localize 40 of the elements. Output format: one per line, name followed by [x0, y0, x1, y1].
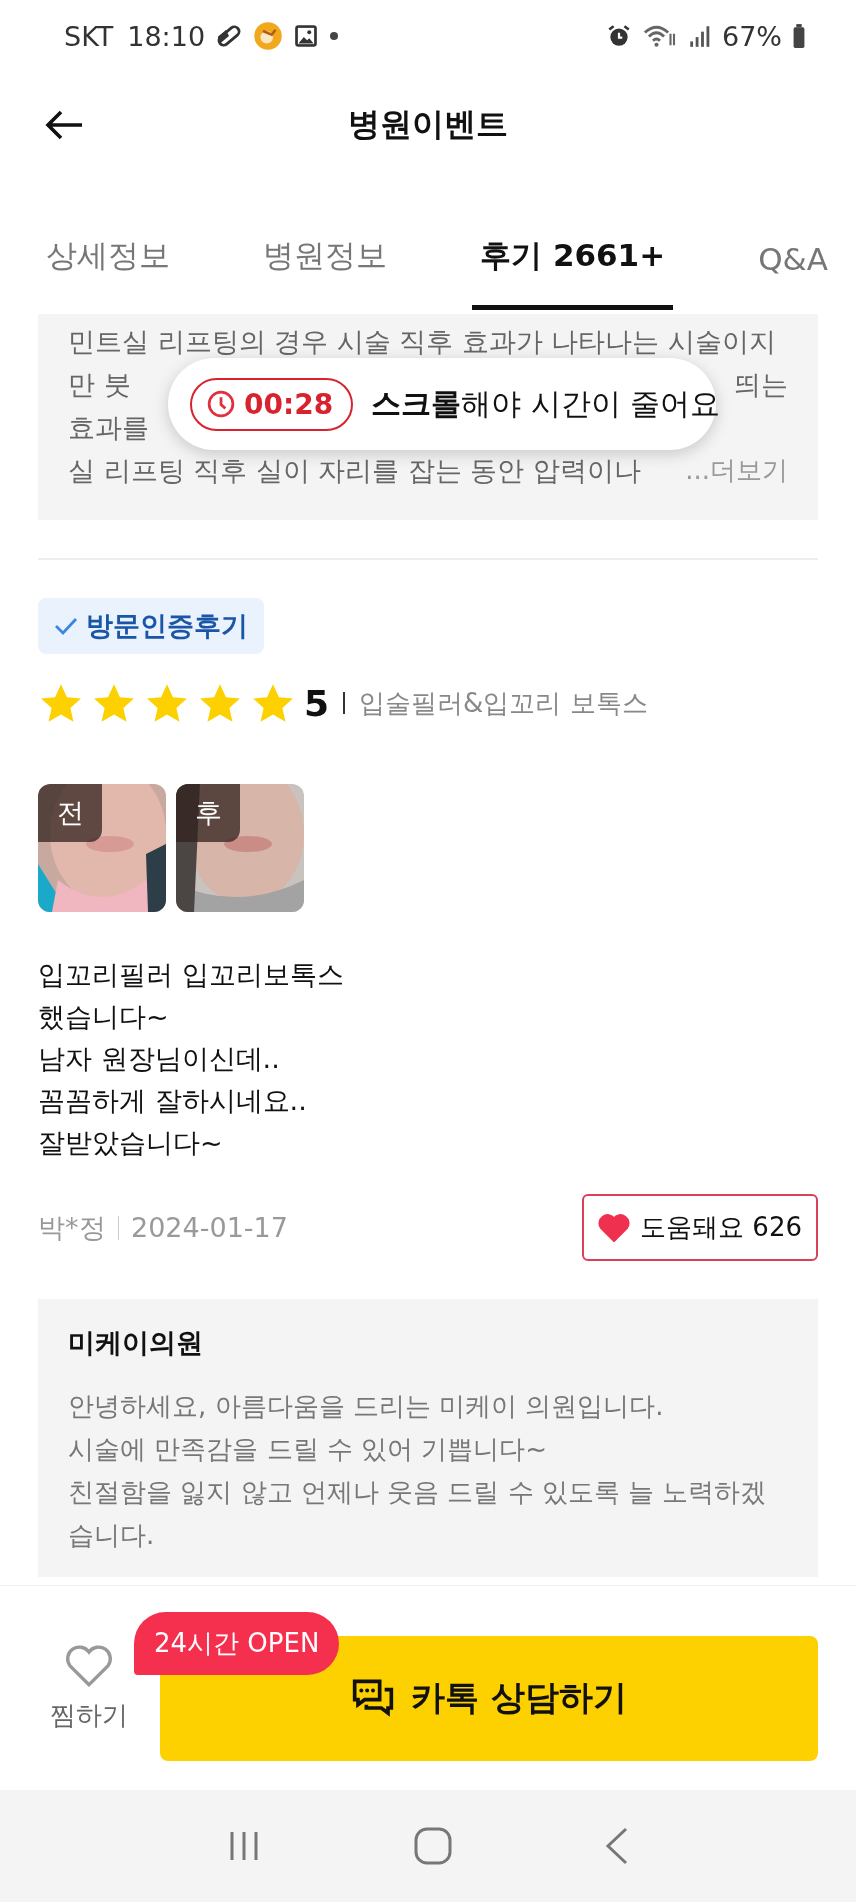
timer-text: 00:28: [244, 387, 334, 421]
snippet-text: 효과를: [68, 410, 149, 445]
chat-icon: [351, 1678, 396, 1718]
page-title: 병원이벤트: [348, 104, 508, 145]
tab[interactable]: Q&A: [750, 241, 836, 310]
app-icon: [253, 21, 284, 51]
heart-icon[interactable]: [64, 1643, 114, 1688]
dot-icon: [329, 31, 340, 41]
battery-icon: [792, 23, 806, 49]
review-date: 2024-01-17: [131, 1212, 288, 1243]
tab[interactable]: 상세정보: [38, 235, 178, 310]
snippet-text: 만 붓: [68, 367, 131, 402]
tab[interactable]: 병원정보: [255, 235, 396, 310]
signal-icon: [688, 23, 712, 49]
wish-label: 찜하기: [50, 1698, 128, 1732]
rating-score: 5: [304, 682, 330, 724]
more-link[interactable]: ...더보기: [685, 453, 788, 488]
photo-label: 후: [176, 784, 240, 842]
badge-text: 방문인증후기: [86, 609, 248, 643]
open-24h-badge: 24시간 OPEN: [134, 1611, 340, 1675]
reply-text: 안녕하세요, 아름다움을 드리는 미케이 의원입니다. 시술에 만족감을 드릴 수 있어 기쁩니다~ 친절함을 잃지 않고 언제나 웃음 드릴 수 있도록 늘 노력하겠 습니다.: [68, 1390, 768, 1552]
back-arrow-icon[interactable]: [44, 109, 84, 141]
author-name: 박*정: [38, 1210, 106, 1245]
home-icon[interactable]: [413, 1826, 453, 1866]
clock-text: 18:10: [127, 20, 206, 52]
helpful-button[interactable]: 도움돼요 626: [582, 1194, 818, 1261]
battery-text: 67%: [722, 20, 782, 52]
check-icon: [54, 616, 78, 636]
photo-label: 전: [38, 784, 102, 842]
image-icon: [293, 23, 320, 49]
clinic-name: 미케이의원: [68, 1326, 203, 1360]
review-text: 입꼬리필러 입꼬리보톡스 했습니다~ 남자 원장님이신데.. 꼼꼼하게 잘하시네요.. 잘받았습니다~: [38, 958, 345, 1160]
alarm-icon: [606, 23, 632, 49]
treatment-name: 입술필러&입꼬리 보톡스: [359, 686, 648, 720]
snippet-text: 민트실 리프팅의 경우 시술 직후 효과가 나타나는 시술이지: [68, 324, 777, 359]
clock-icon: [206, 389, 236, 419]
snippet-text: 실 리프팅 직후 실이 자리를 잡는 동안 압력이나: [68, 453, 642, 488]
carrier-text: SKT: [64, 20, 114, 52]
toast-message: 스크롤해야 시간이 줄어요: [371, 384, 721, 423]
snippet-text: 띄는: [734, 367, 788, 402]
